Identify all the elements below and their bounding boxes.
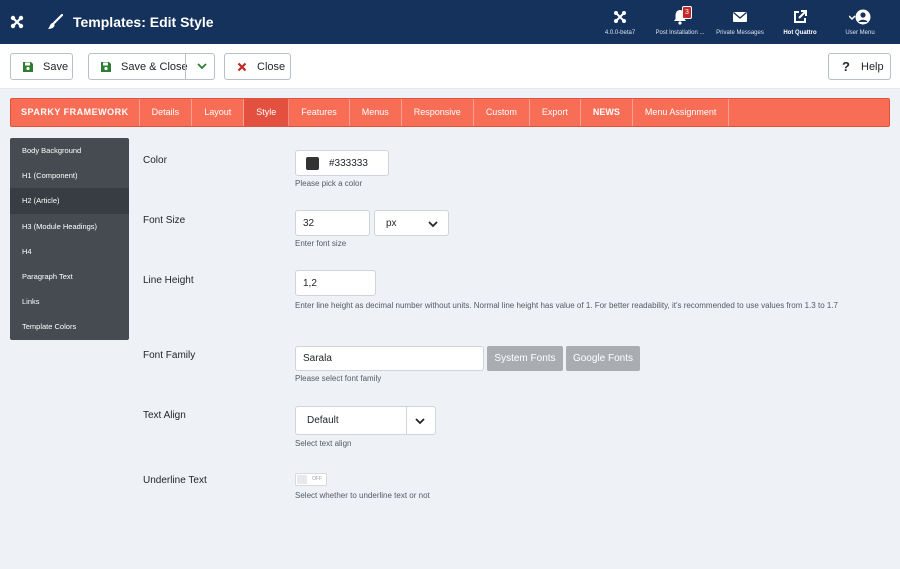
line-height-value: 1,2: [303, 277, 317, 289]
tab-news[interactable]: NEWS: [581, 99, 633, 126]
sidebar-item-links[interactable]: Links: [10, 289, 129, 314]
sidebar-item-h2[interactable]: H2 (Article): [10, 188, 129, 214]
font-family-label: Font Family: [143, 350, 196, 361]
text-align-help: Select text align: [295, 439, 352, 448]
font-size-label: Font Size: [143, 215, 186, 226]
private-messages-button[interactable]: Private Messages: [710, 0, 770, 44]
tab-bar: SPARKY FRAMEWORK Details Layout Style Fe…: [10, 98, 890, 127]
underline-toggle[interactable]: OFF: [295, 473, 327, 486]
toolbar: Save Save & Close Close ? Help: [0, 44, 900, 89]
user-menu-button[interactable]: User Menu: [830, 0, 890, 44]
post-installation-label: Post Installation ...: [655, 29, 705, 36]
user-menu-label: User Menu: [845, 29, 875, 36]
floppy-disk-icon: [23, 61, 33, 72]
font-family-input[interactable]: Sarala: [295, 346, 484, 371]
underline-help: Select whether to underline text or not: [295, 491, 430, 500]
sidebar-item-body-background[interactable]: Body Background: [10, 138, 129, 163]
underline-label: Underline Text: [143, 475, 207, 486]
text-align-value: Default: [307, 415, 339, 426]
version-button[interactable]: 4.0.0-beta7: [590, 0, 650, 44]
help-label: Help: [861, 60, 884, 73]
external-link-icon: [794, 9, 807, 23]
tab-menus[interactable]: Menus: [350, 99, 402, 126]
tab-style[interactable]: Style: [244, 99, 290, 126]
color-value: #333333: [329, 157, 368, 169]
close-icon: [237, 62, 247, 71]
tab-export[interactable]: Export: [530, 99, 581, 126]
sidebar-item-h3[interactable]: H3 (Module Headings): [10, 214, 129, 239]
font-size-unit-value: px: [386, 217, 397, 229]
post-installation-button[interactable]: 3 Post Installation ...: [650, 0, 710, 44]
joomla-logo-icon[interactable]: [9, 14, 25, 30]
toggle-knob: [297, 475, 307, 484]
color-help: Please pick a color: [295, 179, 363, 188]
split-divider: [185, 54, 186, 79]
tab-sparky-framework[interactable]: SPARKY FRAMEWORK: [11, 99, 140, 126]
help-button[interactable]: ? Help: [828, 53, 891, 80]
save-close-label: Save & Close: [121, 60, 188, 73]
page-title: Templates: Edit Style: [73, 14, 214, 30]
site-link-button[interactable]: Hot Quattro: [770, 0, 830, 44]
tab-features[interactable]: Features: [289, 99, 350, 126]
save-button[interactable]: Save: [10, 53, 73, 80]
font-family-help: Please select font family: [295, 374, 382, 383]
color-picker[interactable]: #333333: [295, 150, 389, 176]
close-label: Close: [257, 60, 286, 73]
sidebar-item-h1[interactable]: H1 (Component): [10, 163, 129, 188]
chevron-down-icon: [415, 418, 425, 425]
line-height-input[interactable]: 1,2: [295, 270, 376, 296]
text-align-label: Text Align: [143, 410, 186, 421]
version-label: 4.0.0-beta7: [604, 29, 636, 36]
save-label: Save: [43, 60, 69, 73]
chevron-down-icon: [428, 221, 438, 228]
google-fonts-button[interactable]: Google Fonts: [566, 346, 640, 371]
sidebar-item-h4[interactable]: H4: [10, 239, 129, 264]
app-header: Templates: Edit Style 4.0.0-beta7 3 Post…: [0, 0, 900, 44]
font-size-help: Enter font size: [295, 239, 347, 248]
envelope-icon: [733, 11, 747, 22]
text-align-select[interactable]: Default: [295, 406, 436, 435]
sidebar-item-paragraph-text[interactable]: Paragraph Text: [10, 264, 129, 289]
save-close-button[interactable]: Save & Close: [88, 53, 215, 80]
site-link-label: Hot Quattro: [783, 29, 817, 36]
tab-responsive[interactable]: Responsive: [402, 99, 474, 126]
chevron-down-icon[interactable]: [197, 62, 207, 70]
font-size-input[interactable]: 32: [295, 210, 370, 236]
font-family-value: Sarala: [303, 353, 332, 364]
font-size-unit-select[interactable]: px: [374, 210, 449, 236]
tab-custom[interactable]: Custom: [474, 99, 530, 126]
tab-details[interactable]: Details: [140, 99, 193, 126]
paint-brush-icon: [48, 14, 63, 29]
style-sidebar: Body Background H1 (Component) H2 (Artic…: [10, 138, 129, 340]
tab-layout[interactable]: Layout: [192, 99, 245, 126]
system-fonts-button[interactable]: System Fonts: [487, 346, 563, 371]
close-button[interactable]: Close: [224, 53, 291, 80]
sidebar-item-template-colors[interactable]: Template Colors: [10, 314, 129, 339]
notification-badge: 3: [682, 6, 692, 19]
toggle-state: OFF: [312, 476, 322, 482]
header-actions: 4.0.0-beta7 3 Post Installation ... Priv…: [590, 0, 890, 44]
font-size-value: 32: [303, 217, 315, 229]
floppy-disk-icon: [101, 61, 111, 72]
user-icon: [849, 9, 871, 24]
color-label: Color: [143, 155, 167, 166]
tab-menu-assignment[interactable]: Menu Assignment: [633, 99, 730, 126]
line-height-help: Enter line height as decimal number with…: [295, 301, 838, 310]
joomla-icon: [614, 10, 626, 23]
color-swatch: [306, 156, 319, 170]
question-mark-icon: ?: [842, 58, 850, 74]
select-divider: [406, 407, 407, 434]
private-messages-label: Private Messages: [716, 29, 764, 36]
line-height-label: Line Height: [143, 275, 194, 286]
